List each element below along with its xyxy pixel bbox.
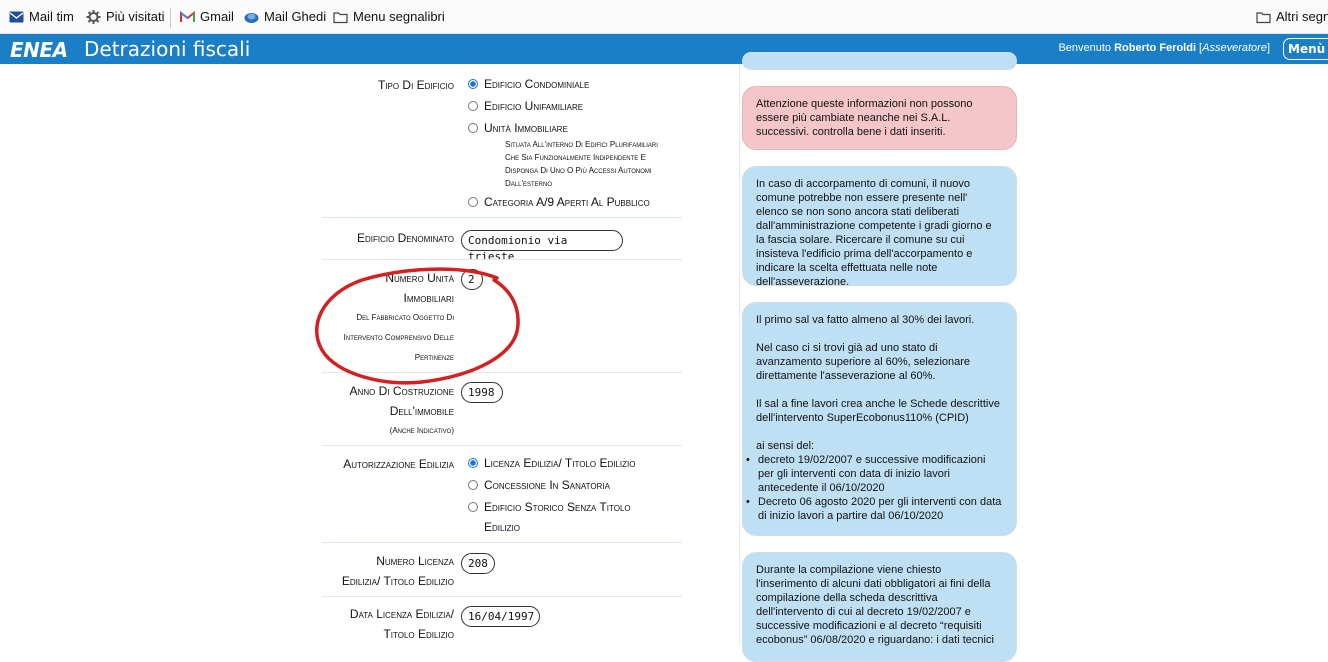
- cloud-mail-icon: [244, 12, 259, 23]
- bookmark-piu-visitati[interactable]: Più visitati: [86, 9, 165, 24]
- radio-edificio-storico[interactable]: Edificio Storico Senza Titolo Edilizio: [468, 497, 631, 537]
- radio-checked-icon: [468, 458, 478, 468]
- info-note-comuni: In caso di accorpamento di comuni, il nu…: [742, 166, 1017, 288]
- bookmarks-bar: Mail tim Più visitati Gmail Mail Ghedi M…: [0, 0, 1328, 34]
- radio-unchecked-icon: [468, 480, 478, 490]
- warning-note: Attenzione queste informazioni non posso…: [742, 86, 1017, 150]
- gear-icon: [86, 9, 101, 24]
- radio-categoria-a9[interactable]: Categoria A/9 Aperti Al Pubblico: [468, 192, 650, 212]
- app-title: Detrazioni fiscali: [84, 37, 251, 61]
- row-divider: [322, 596, 682, 597]
- tipo-edificio-label: Tipo Di Edificio: [377, 78, 454, 92]
- folder-icon: [333, 11, 348, 23]
- edificio-denominato-input[interactable]: Condomionio via trieste: [461, 230, 623, 263]
- welcome-text: Benvenuto Roberto Feroldi [Asseveratore]: [1058, 42, 1270, 54]
- anno-costruzione-input[interactable]: 1998: [461, 382, 503, 403]
- menu-button[interactable]: Menù: [1283, 38, 1328, 60]
- radio-unchecked-icon: [468, 123, 478, 133]
- data-licenza-input[interactable]: 16/04/1997: [461, 606, 540, 627]
- numero-licenza-input[interactable]: 208: [461, 553, 495, 574]
- building-form: Tipo Di Edificio Edificio Condominiale E…: [0, 64, 740, 645]
- numero-unita-input[interactable]: 2: [461, 269, 483, 290]
- data-licenza-label: Data Licenza Edilizia/ Titolo Edilizio: [349, 607, 454, 641]
- radio-concessione-sanatoria[interactable]: Concessione In Sanatoria: [468, 475, 610, 495]
- radio-unchecked-icon: [468, 101, 478, 111]
- numero-licenza-label: Numero Licenza Edilizia/ Titolo Edilizio: [341, 554, 454, 588]
- radio-licenza-edilizia[interactable]: Licenza Edilizia/ Titolo Edilizio: [468, 453, 635, 473]
- sal-bullet: decreto 19/02/2007 e successive modifica…: [746, 453, 1002, 495]
- unita-immobiliare-note: Situata All'interno Di Edifici Plurifami…: [505, 140, 658, 188]
- panel-divider: [739, 64, 740, 645]
- bookmark-mail-ghedi[interactable]: Mail Ghedi: [244, 9, 326, 24]
- row-divider: [322, 542, 682, 543]
- row-divider: [322, 217, 682, 218]
- bookmark-separator: [170, 8, 171, 28]
- radio-edificio-unifamiliare[interactable]: Edificio Unifamiliare: [468, 96, 583, 116]
- radio-unita-immobiliare[interactable]: Unità Immobiliare: [468, 118, 568, 138]
- autorizzazione-label: Autorizzazione Edilizia: [343, 457, 454, 471]
- numero-unita-label: Numero Unità Immobiliari Del Fabbricato …: [343, 271, 454, 362]
- folder-icon: [1256, 11, 1271, 23]
- user-role: Asseveratore: [1202, 42, 1267, 54]
- radio-checked-icon: [468, 79, 478, 89]
- row-divider: [322, 445, 682, 446]
- app-header: ENEA Detrazioni fiscali Benvenuto Robert…: [0, 34, 1328, 64]
- anno-costruzione-label: Anno Di Costruzione Dell'immobile (Anche…: [349, 384, 454, 435]
- enea-logo: ENEA: [10, 38, 68, 62]
- radio-edificio-condominiale[interactable]: Edificio Condominiale: [468, 74, 589, 94]
- bookmark-gmail[interactable]: Gmail: [180, 9, 234, 24]
- sal-bullet: Decreto 06 agosto 2020 per gli intervent…: [746, 495, 1002, 523]
- row-divider: [322, 259, 682, 260]
- radio-unchecked-icon: [468, 197, 478, 207]
- info-note-compilazione: Durante la compilazione viene chiesto l'…: [742, 552, 1017, 662]
- radio-unchecked-icon: [468, 502, 478, 512]
- user-name: Roberto Feroldi: [1114, 42, 1196, 54]
- edificio-denominato-label: Edificio Denominato: [356, 231, 454, 245]
- bookmark-altri-segnalibri[interactable]: Altri segna: [1256, 9, 1328, 24]
- bookmark-mail-tim[interactable]: Mail tim: [9, 9, 74, 24]
- info-note-sal: Il primo sal va fatto almeno al 30% dei …: [742, 302, 1017, 536]
- gmail-icon: [180, 10, 195, 22]
- row-divider: [322, 372, 682, 373]
- info-note-partial: [742, 52, 1017, 70]
- bookmark-menu-segnalibri[interactable]: Menu segnalibri: [333, 9, 445, 24]
- mail-icon: [9, 11, 24, 22]
